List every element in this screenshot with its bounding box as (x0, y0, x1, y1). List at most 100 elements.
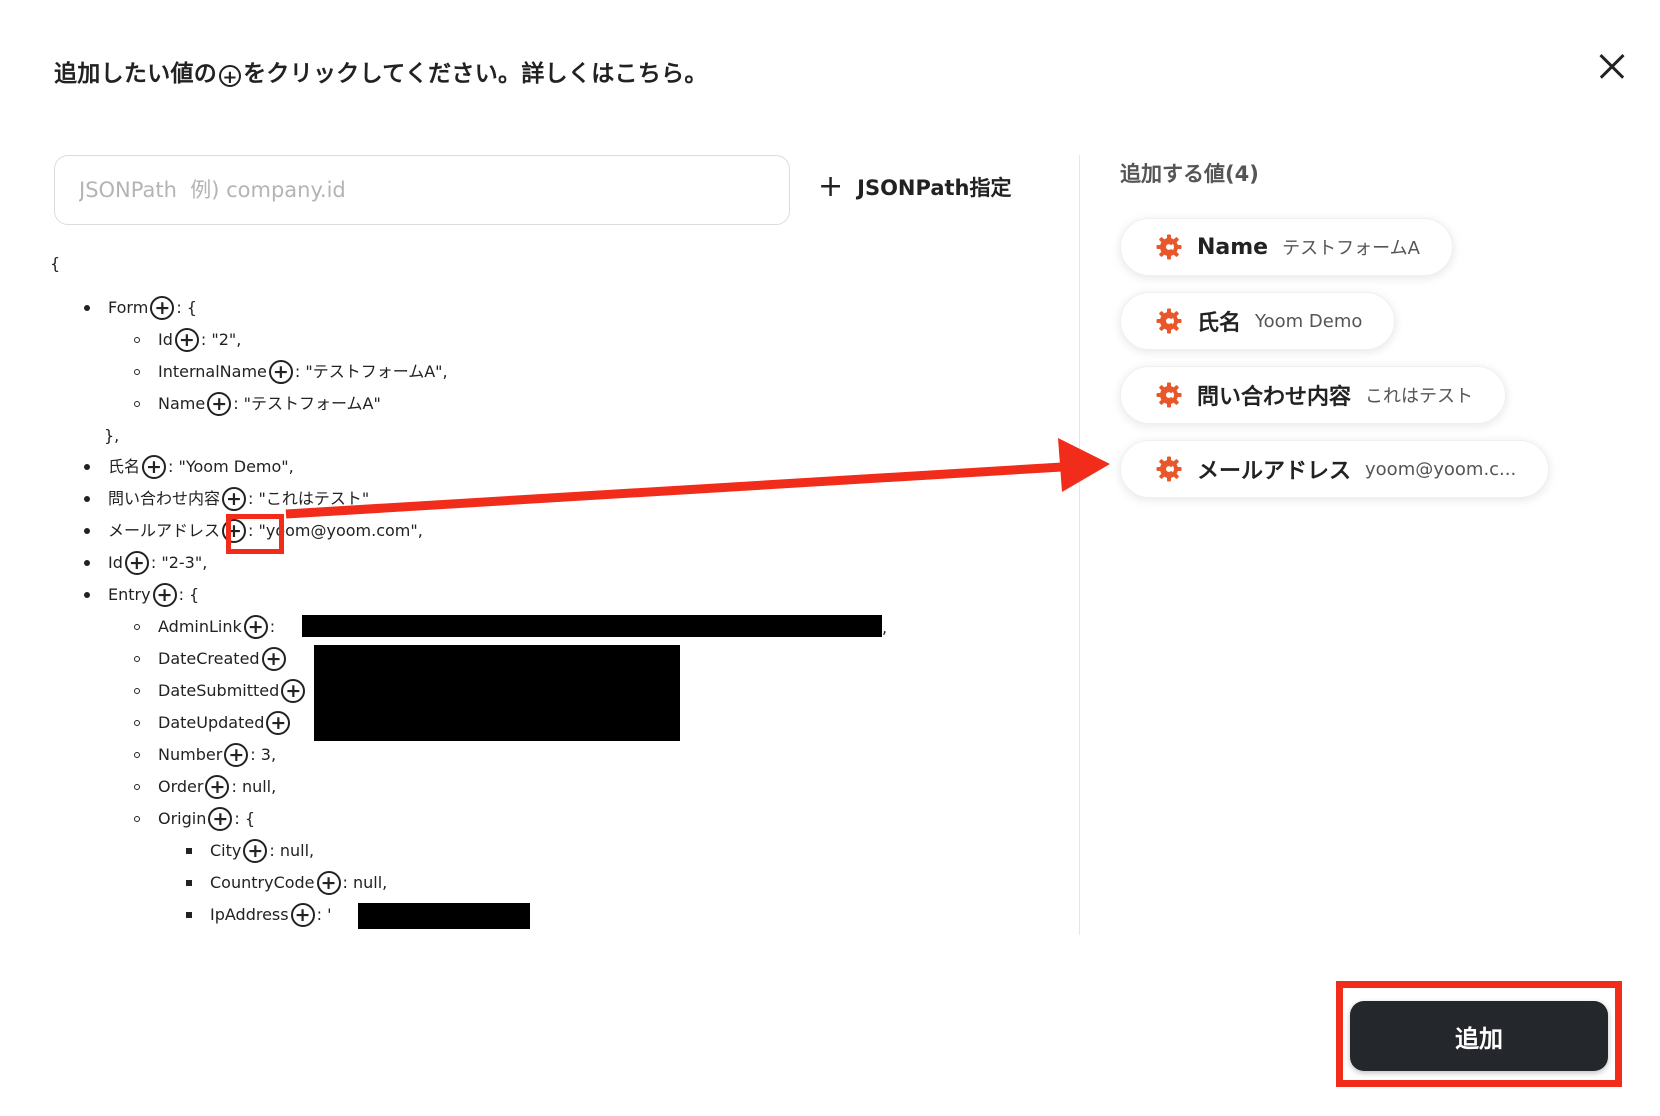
add-value-icon[interactable]: + (316, 871, 341, 895)
bullet (84, 464, 90, 470)
tree-key: Id (158, 330, 173, 349)
add-value-icon[interactable]: + (261, 647, 286, 671)
added-value-chip[interactable]: メールアドレス yoom@yoom.c... (1120, 440, 1550, 498)
tree-row-form: Form + : { (84, 292, 197, 324)
panel-divider (1079, 155, 1080, 935)
bullet (84, 496, 90, 502)
bullet (134, 752, 140, 758)
bullet (84, 528, 90, 534)
tree-key: CountryCode (210, 873, 315, 892)
plus-icon: + (818, 169, 844, 204)
added-value-chip[interactable]: 問い合わせ内容 これはテスト (1120, 366, 1507, 424)
tree-value: : null, (342, 873, 388, 892)
dialog-title: 追加したい値の + をクリックしてください。詳しくはこちら。 (54, 54, 708, 88)
tree-row-countrycode: CountryCode + : null, (186, 867, 387, 899)
jsonpath-specify-button[interactable]: + JSONPath指定 (818, 172, 1012, 202)
add-value-icon[interactable]: + (207, 392, 232, 416)
tree-row-origin: Origin + : { (134, 803, 255, 835)
chip-name: メールアドレス (1197, 459, 1352, 484)
add-value-icon[interactable]: + (268, 360, 293, 384)
add-value-icon[interactable]: + (124, 551, 149, 575)
add-value-icon[interactable]: + (243, 615, 268, 639)
tree-value: : "2", (200, 330, 242, 349)
tree-row-datecreated: DateCreated + (134, 643, 288, 675)
highlight-box-plus (226, 514, 284, 554)
tree-value: : "Yoom Demo", (168, 457, 294, 476)
bullet (134, 656, 140, 662)
add-value-icon[interactable]: + (150, 296, 175, 320)
tree-row-ipaddress: IpAddress + : ' (186, 899, 331, 931)
gear-icon (1156, 234, 1182, 260)
gear-icon (1156, 308, 1182, 334)
bullet (134, 369, 140, 375)
tree-row-inquiry: 問い合わせ内容 + : "これはテスト" (84, 483, 369, 515)
add-value-icon[interactable]: + (243, 839, 268, 863)
add-value-icon[interactable]: + (208, 807, 233, 831)
json-open-brace: { (50, 254, 61, 273)
add-value-icon[interactable]: + (205, 775, 230, 799)
tree-value: : "2-3", (150, 553, 208, 572)
chip-value: これはテスト (1365, 386, 1474, 407)
tree-row-internalname: InternalName + : "テストフォームA", (134, 356, 448, 388)
tree-key: IpAddress (210, 905, 289, 924)
chip-value: Yoom Demo (1255, 310, 1363, 332)
tree-value: : null, (269, 841, 315, 860)
tree-key: InternalName (158, 362, 267, 381)
tree-value: : null, (231, 777, 277, 796)
tree-key: DateCreated (158, 649, 260, 668)
add-button[interactable]: 追加 (1350, 1001, 1608, 1071)
tree-row-name: Name + : "テストフォームA" (134, 388, 381, 420)
tree-value: : (269, 617, 276, 636)
tree-key: Name (158, 394, 206, 413)
tree-value: : { (234, 809, 256, 828)
bullet (186, 880, 192, 886)
added-value-chip[interactable]: 氏名 Yoom Demo (1120, 292, 1396, 350)
add-value-icon[interactable]: + (281, 679, 306, 703)
tree-row-close-form: }, (104, 426, 120, 445)
add-value-icon[interactable]: + (290, 903, 315, 927)
tree-row-order: Order + : null, (134, 771, 276, 803)
tree-key: Origin (158, 809, 207, 828)
redaction-box (314, 645, 680, 741)
add-value-icon[interactable]: + (222, 487, 247, 511)
add-value-icon[interactable]: + (152, 583, 177, 607)
tree-key: DateUpdated (158, 713, 265, 732)
tree-value: : ' (316, 905, 332, 924)
tree-key: 氏名 (108, 457, 141, 476)
add-value-icon[interactable]: + (174, 328, 199, 352)
added-values-title: 追加する値(4) (1120, 162, 1259, 186)
bullet (134, 401, 140, 407)
tree-value: : "テストフォームA" (233, 394, 381, 413)
gear-icon (1156, 456, 1182, 482)
redaction-box (358, 903, 530, 929)
tree-key: Id (108, 553, 123, 572)
bullet (134, 624, 140, 630)
add-value-icon[interactable]: + (224, 743, 249, 767)
tree-value: : { (176, 298, 197, 317)
jsonpath-specify-label: JSONPath指定 (857, 176, 1012, 200)
tree-key: Form (108, 298, 149, 317)
tree-key: DateSubmitted (158, 681, 280, 700)
jsonpath-input[interactable] (54, 155, 790, 225)
gear-icon (1156, 382, 1182, 408)
tree-value: : "テストフォームA", (294, 362, 448, 381)
tree-row-entry: Entry + : { (84, 579, 199, 611)
bullet (84, 305, 90, 311)
bullet (134, 720, 140, 726)
tree-key: AdminLink (158, 617, 242, 636)
chip-name: 氏名 (1197, 311, 1242, 336)
tree-row-dateupdated: DateUpdated + (134, 707, 292, 739)
tree-row-adminlink: AdminLink + : (134, 611, 275, 643)
chip-name: Name (1197, 234, 1269, 260)
tree-row-number: Number + : 3, (134, 739, 276, 771)
added-value-chip[interactable]: Name テストフォームA (1120, 218, 1453, 276)
tree-row-shimei: 氏名 + : "Yoom Demo", (84, 451, 294, 483)
chip-value: yoom@yoom.c... (1365, 458, 1517, 480)
tree-key: Order (158, 777, 204, 796)
add-value-icon[interactable]: + (266, 711, 291, 735)
tree-row-city: City + : null, (186, 835, 314, 867)
tree-row-datesubmitted: DateSubmitted + (134, 675, 307, 707)
add-value-icon[interactable]: + (142, 455, 167, 479)
title-text-after: をクリックしてください。詳しくはこちら。 (243, 61, 708, 87)
close-icon[interactable] (1598, 52, 1626, 80)
